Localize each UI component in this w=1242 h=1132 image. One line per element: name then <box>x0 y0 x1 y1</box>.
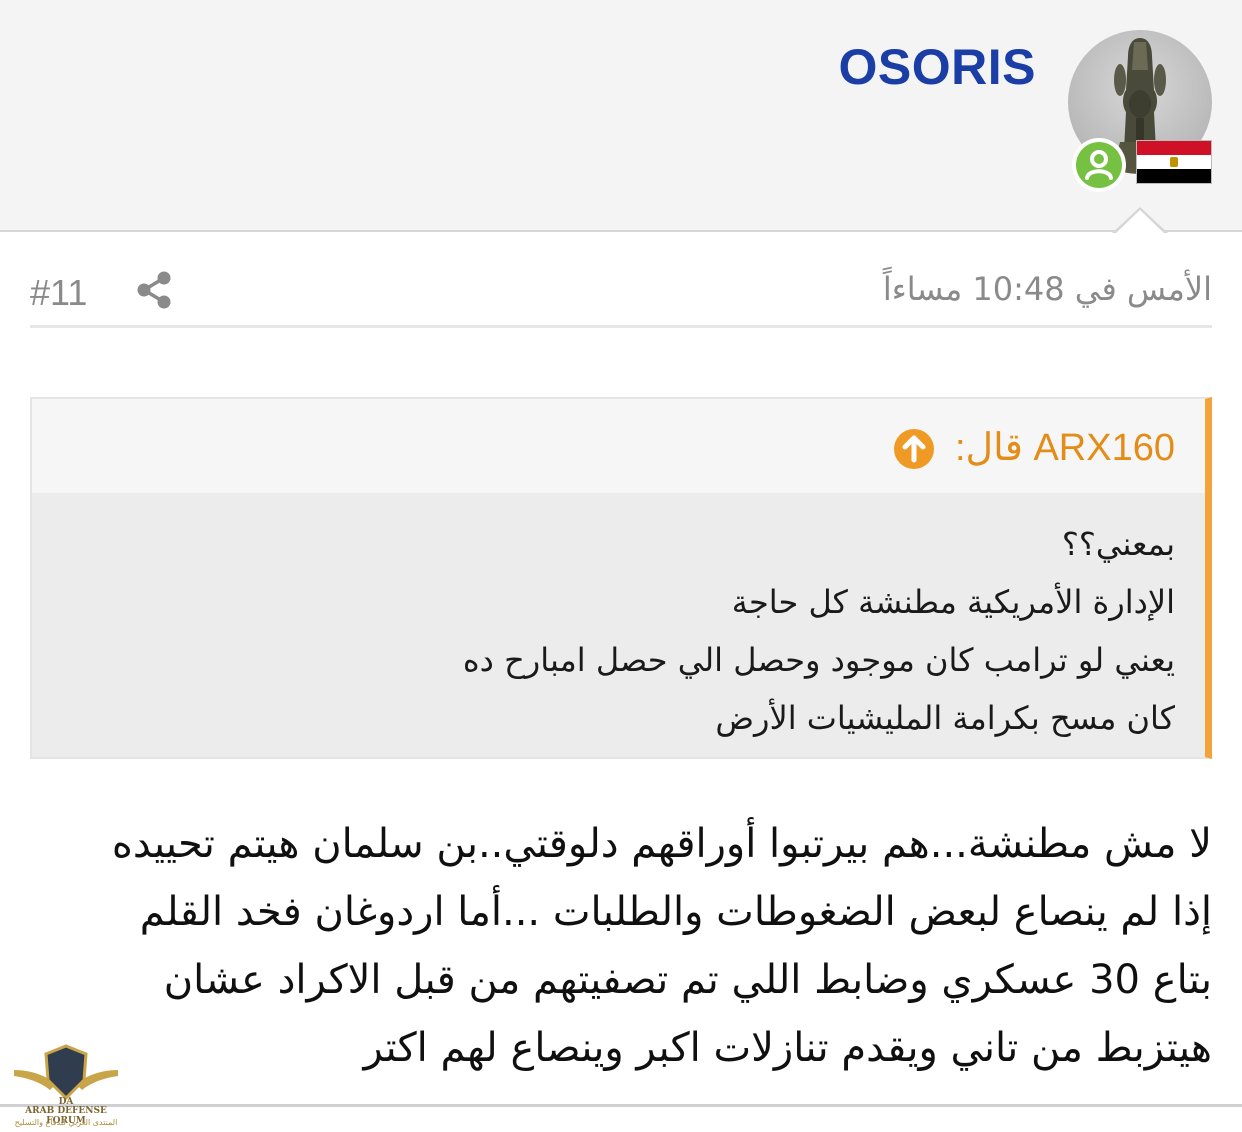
post-author-header: OSORIS <box>0 0 1242 232</box>
arab-defense-forum-watermark-logo: DA ARAB DEFENSE FORUM المنتدى العربي للد… <box>10 1040 122 1130</box>
quote-author[interactable]: ARX160 قال: <box>955 425 1175 470</box>
post-timestamp[interactable]: الأمس في 10:48 مساءاً <box>883 270 1212 308</box>
quote-line: بمعني؟؟ <box>1061 525 1175 563</box>
message-line: بتاع 30 عسكري وضابط اللي تم تصفيتهم من ق… <box>163 957 1212 1003</box>
post-meta: #11 الأمس في 10:48 مساءاً <box>30 252 1212 328</box>
go-to-quote-arrow-icon[interactable] <box>894 429 934 469</box>
post-divider <box>0 1104 1242 1107</box>
post-number-link[interactable]: #11 <box>30 272 87 314</box>
post-message: لا مش مطنشة...هم بيرتبوا أوراقهم دلوقتي.… <box>30 810 1212 1082</box>
online-status-badge <box>1072 138 1126 192</box>
quote-line: يعني لو ترامب كان موجود وحصل الي حصل امب… <box>462 641 1175 679</box>
quote-body: بمعني؟؟ الإدارة الأمريكية مطنشة كل حاجة … <box>32 493 1205 757</box>
author-username[interactable]: OSORIS <box>839 38 1036 96</box>
quote-header: ARX160 قال: <box>32 399 1205 493</box>
online-user-icon <box>1085 150 1113 180</box>
message-line: هيتزبط من تاني ويقدم تنازلات اكبر وينصاع… <box>363 1025 1212 1071</box>
message-line: لا مش مطنشة...هم بيرتبوا أوراقهم دلوقتي.… <box>111 821 1212 867</box>
quote-line: كان مسح بكرامة المليشيات الأرض <box>715 699 1175 737</box>
egypt-flag-icon <box>1136 140 1212 184</box>
svg-text:DA: DA <box>59 1097 75 1106</box>
share-icon[interactable] <box>134 270 174 310</box>
message-line: إذا لم ينصاع لبعض الضغوطات والطلبات ...أ… <box>139 889 1212 935</box>
quote-line: الإدارة الأمريكية مطنشة كل حاجة <box>731 583 1175 621</box>
quote-block: ARX160 قال: بمعني؟؟ الإدارة الأمريكية مط… <box>30 397 1212 759</box>
